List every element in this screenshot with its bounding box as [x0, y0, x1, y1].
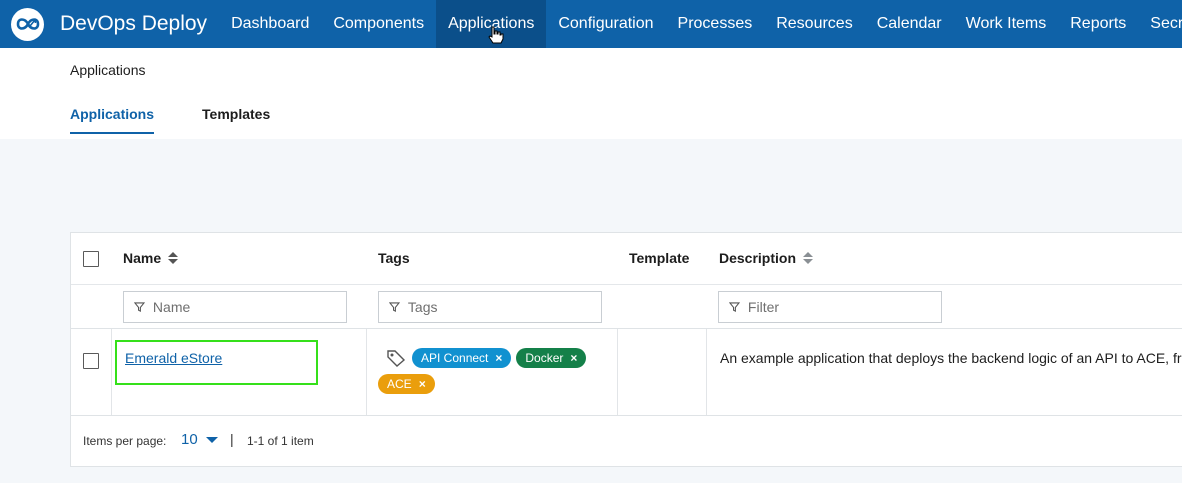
description-filter [718, 291, 942, 323]
name-filter-input[interactable] [152, 299, 346, 315]
template-cell [617, 329, 706, 415]
table-pagination: Items per page: 10 | 1-1 of 1 item [71, 416, 1182, 467]
nav-item-components[interactable]: Components [321, 0, 436, 48]
sort-icon[interactable] [803, 252, 814, 264]
filter-icon [389, 302, 400, 312]
tab-applications[interactable]: Applications [70, 106, 155, 134]
app-title: DevOps Deploy [60, 12, 208, 35]
brand[interactable]: DevOps Deploy [0, 0, 219, 48]
devops-logo-icon [11, 7, 44, 41]
filter-icon [134, 302, 145, 312]
name-filter [123, 291, 347, 323]
filter-row [71, 285, 1182, 329]
page-tabs: Applications Templates [70, 106, 318, 134]
table-header-row: Name Tags Template Description [71, 233, 1182, 285]
sort-ascending-icon[interactable] [168, 252, 179, 264]
column-header-name-label: Name [123, 250, 162, 266]
hand-cursor-icon [488, 26, 504, 44]
pagination-separator: | [230, 431, 234, 447]
select-all-checkbox[interactable] [83, 251, 99, 267]
column-header-description-label: Description [719, 250, 797, 266]
applications-table: Name Tags Template Description Name Tags… [70, 232, 1182, 467]
application-link[interactable]: Emerald eStore [125, 350, 222, 366]
main-nav: Dashboard Components Applications Config… [219, 0, 1182, 48]
nav-item-processes[interactable]: Processes [666, 0, 765, 48]
description-cell: An example application that deploys the … [720, 350, 1182, 366]
items-per-page-label: Items per page: [83, 434, 167, 448]
tag-list: API Connect × Docker × ACE × [378, 348, 608, 394]
filter-icon [729, 302, 740, 312]
remove-tag-icon[interactable]: × [570, 351, 577, 365]
column-header-description[interactable]: Description [719, 250, 814, 266]
description-filter-input[interactable] [747, 299, 941, 315]
tag-label: ACE [387, 377, 412, 391]
tag-chip: Docker × [516, 348, 587, 368]
top-nav-bar: DevOps Deploy Dashboard Components Appli… [0, 0, 1182, 48]
table-row: Emerald eStore API Connect × Docker × AC… [71, 329, 1182, 416]
nav-item-calendar[interactable]: Calendar [865, 0, 954, 48]
column-divider [706, 329, 707, 415]
tag-label: API Connect [421, 351, 489, 365]
nav-item-resources[interactable]: Resources [764, 0, 864, 48]
column-header-name[interactable]: Name [123, 250, 179, 266]
tag-label: Docker [525, 351, 564, 365]
remove-tag-icon[interactable]: × [419, 377, 426, 391]
tab-templates[interactable]: Templates [202, 106, 270, 134]
tags-cell: API Connect × Docker × ACE × [366, 329, 617, 415]
column-header-tags: Tags [378, 250, 410, 266]
chevron-down-icon [205, 436, 218, 443]
nav-item-dashboard[interactable]: Dashboard [219, 0, 321, 48]
tags-filter-input[interactable] [407, 299, 601, 315]
nav-item-reports[interactable]: Reports [1058, 0, 1138, 48]
items-per-page-select[interactable]: 10 [181, 431, 218, 448]
tag-chip: API Connect × [412, 348, 512, 368]
column-header-template: Template [629, 250, 690, 266]
row-checkbox[interactable] [83, 353, 99, 369]
pagination-range: 1-1 of 1 item [247, 434, 314, 448]
remove-tag-icon[interactable]: × [495, 351, 502, 365]
nav-item-configuration[interactable]: Configuration [546, 0, 665, 48]
tags-filter [378, 291, 602, 323]
column-divider [111, 329, 112, 415]
nav-item-secret[interactable]: Secret [1138, 0, 1182, 48]
items-per-page-value: 10 [181, 431, 198, 448]
nav-item-work-items[interactable]: Work Items [954, 0, 1059, 48]
breadcrumb[interactable]: Applications [70, 62, 146, 78]
page-header: Applications Applications Templates [0, 48, 1182, 139]
tag-chip: ACE × [378, 374, 435, 394]
